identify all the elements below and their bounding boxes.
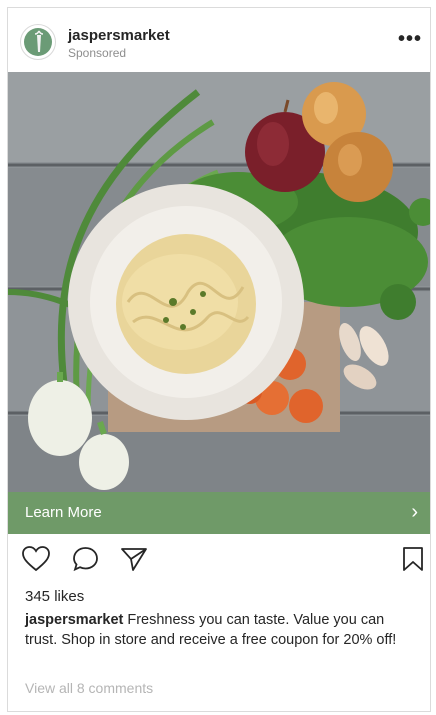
chevron-right-icon: › [411, 501, 418, 523]
bookmark-icon[interactable] [402, 546, 424, 577]
caption-username[interactable]: jaspersmarket [25, 612, 123, 628]
learn-more-label: Learn More [25, 504, 102, 521]
share-icon[interactable] [120, 546, 148, 577]
post-image[interactable] [8, 72, 430, 492]
likes-count[interactable]: 345 likes [25, 588, 84, 605]
carrot-logo-icon [34, 30, 44, 52]
username[interactable]: jaspersmarket [68, 27, 170, 44]
sponsored-label: Sponsored [68, 46, 127, 60]
avatar[interactable] [20, 24, 56, 60]
post-actions [8, 540, 430, 580]
heart-icon[interactable] [22, 546, 50, 577]
food-photo [8, 72, 430, 492]
post-header: jaspersmarket Sponsored ••• [8, 8, 430, 74]
caption: jaspersmarket Freshness you can taste. Va… [25, 610, 417, 650]
more-options-icon[interactable]: ••• [398, 28, 422, 51]
instagram-post: jaspersmarket Sponsored ••• Learn More ›… [7, 7, 431, 712]
comment-icon[interactable] [72, 546, 100, 577]
view-comments-link[interactable]: View all 8 comments [25, 680, 153, 696]
learn-more-button[interactable]: Learn More › [8, 492, 430, 534]
